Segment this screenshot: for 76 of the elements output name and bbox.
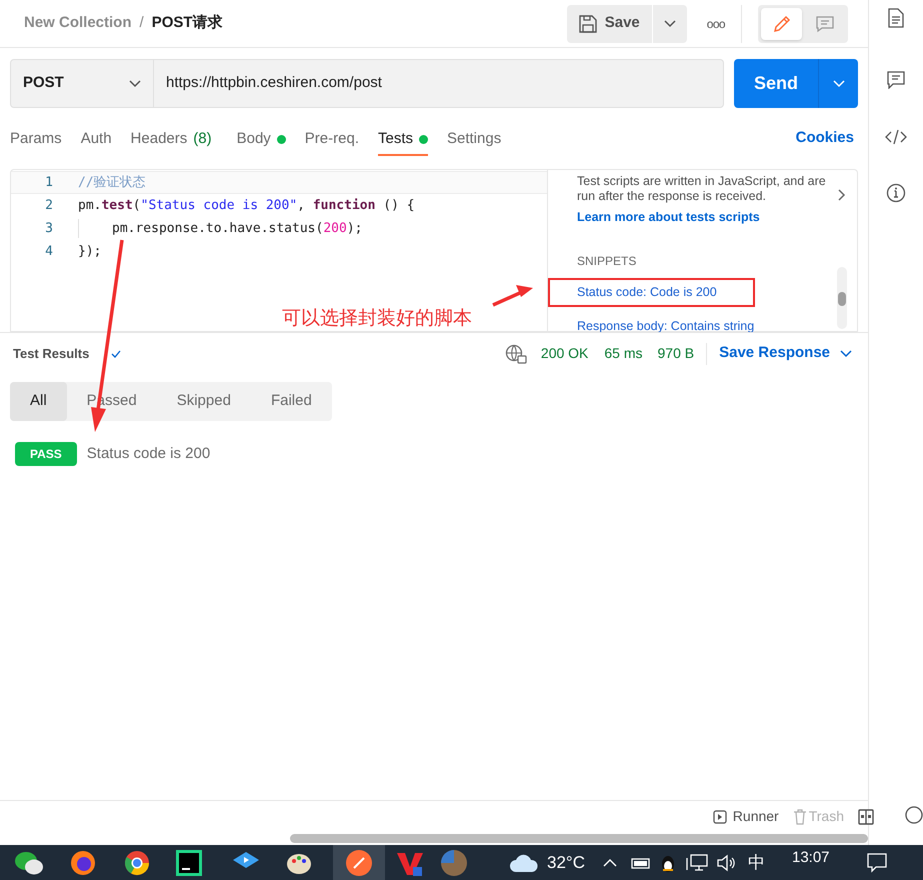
annotation-arrow — [492, 285, 533, 307]
chevron-down-icon — [840, 350, 852, 358]
filter-tab[interactable]: Skipped — [156, 382, 251, 421]
info-icon[interactable] — [886, 183, 906, 203]
rocket-app-icon — [345, 848, 373, 876]
line-number: 2 — [44, 196, 53, 215]
chevron-down-icon — [832, 80, 844, 88]
filter-tab[interactable]: All — [10, 382, 67, 421]
tab[interactable]: Body — [236, 119, 286, 159]
volume-icon — [716, 854, 736, 872]
send-button[interactable]: Send — [734, 59, 818, 108]
cookies-link[interactable]: Cookies — [796, 119, 858, 159]
input-method-indicator[interactable]: 中 — [748, 850, 765, 876]
notification-icon[interactable] — [866, 852, 887, 872]
play-icon — [712, 810, 727, 824]
pass-badge: PASS — [15, 442, 77, 466]
tab[interactable]: Auth — [80, 119, 112, 159]
globe-lock-icon — [504, 344, 527, 364]
app-icon[interactable] — [439, 848, 469, 878]
filter-tab[interactable]: Failed — [250, 382, 332, 421]
more-button[interactable]: ooo — [706, 14, 725, 32]
code-line: //验证状态 — [78, 174, 146, 192]
temperature-text: 32°C — [547, 852, 585, 874]
horizontal-scrollbar[interactable] — [290, 834, 868, 843]
test-result-name: Status code is 200 — [86, 444, 210, 464]
request-title: POST请求 — [152, 13, 223, 34]
two-pane-icon[interactable] — [858, 808, 874, 824]
url-field[interactable]: https://httpbin.ceshiren.com/post — [154, 59, 724, 108]
breadcrumb-link[interactable]: New Collection — [24, 12, 132, 35]
network-icon — [686, 854, 708, 872]
code-line: pm.response.to.have.status(200); — [78, 218, 362, 238]
breadcrumb-separator: / — [140, 13, 144, 34]
document-icon[interactable] — [888, 8, 904, 28]
comment-icon[interactable] — [887, 71, 905, 89]
snippet-link[interactable]: Response body: Contains string — [577, 316, 754, 336]
snippets-heading: SNIPPETS — [577, 252, 638, 270]
tab[interactable]: Params — [10, 119, 62, 159]
taskbar-active-item[interactable] — [333, 845, 385, 880]
check-icon — [111, 350, 122, 358]
chevron-up-icon[interactable] — [602, 858, 617, 868]
response-size: 970 B — [658, 344, 694, 363]
code-icon[interactable] — [885, 129, 907, 145]
line-number: 1 — [44, 174, 53, 192]
comment-icon — [816, 14, 834, 32]
line-number: 4 — [44, 242, 53, 261]
test-results-title: Test Results — [13, 344, 90, 363]
mode-button[interactable] — [761, 8, 802, 40]
code-line: pm.test("Status code is 200", function () { — [78, 196, 415, 215]
battery-icon — [628, 856, 651, 870]
pencil-icon — [772, 14, 790, 32]
chevron-down-icon — [664, 20, 676, 28]
learn-more-link[interactable]: Learn more about tests scripts — [577, 208, 827, 227]
line-number: 3 — [44, 220, 53, 238]
scrollbar-thumb[interactable] — [838, 292, 846, 306]
status-code: 200 OK — [540, 344, 588, 363]
description-text: Test scripts are written in JavaScript, and are run after the response is received. — [577, 174, 827, 204]
code-line: }); — [78, 242, 102, 261]
method-dropdown[interactable]: POST — [10, 59, 154, 108]
tab[interactable]: Settings — [447, 119, 502, 159]
snippet-link[interactable]: Status code: Code is 200 — [550, 280, 753, 304]
response-time: 65 ms — [604, 344, 643, 363]
tab[interactable]: Tests — [378, 119, 428, 159]
chevron-down-icon — [129, 80, 141, 88]
ide-icon[interactable] — [175, 848, 203, 876]
trash-icon — [792, 808, 807, 824]
runner-button[interactable]: Runner — [712, 806, 779, 827]
save-response-button[interactable]: Save Response — [719, 342, 852, 365]
save-icon — [578, 14, 597, 32]
tab[interactable]: Pre-req. — [304, 119, 359, 159]
annotation-text: 可以选择封装好的脚本 — [282, 307, 472, 331]
browser-icon[interactable] — [123, 848, 151, 876]
save-button[interactable]: Save — [566, 4, 652, 42]
tab[interactable]: Headers (8) — [130, 119, 212, 159]
chevron-right-icon — [838, 189, 846, 201]
chat-app-icon[interactable] — [14, 850, 44, 876]
clock-text: 13:07 — [792, 848, 830, 868]
